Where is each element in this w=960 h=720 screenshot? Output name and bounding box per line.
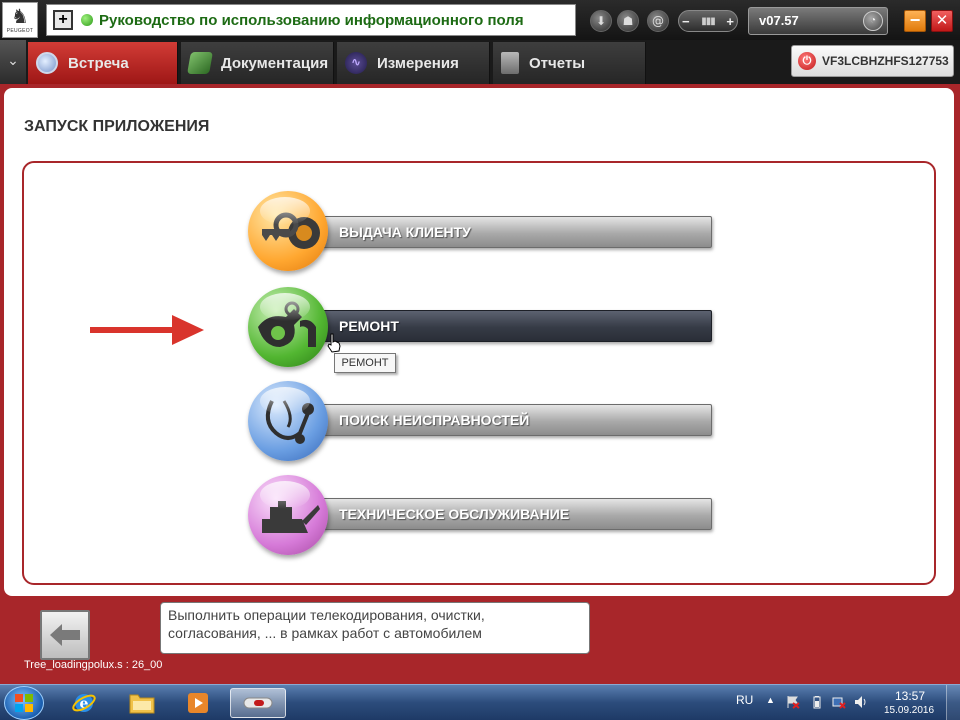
status-text: Tree_loadingpolux.s : 26_00 <box>24 659 163 671</box>
logo-brand-text: PEUGEOT <box>6 28 34 34</box>
tab-reports[interactable]: Отчеты <box>493 42 646 84</box>
folder-icon <box>129 694 155 714</box>
windows-taskbar: e RU ▲ 13:57 15.09.2016 <box>0 684 960 720</box>
tab-vstrecha[interactable]: Встреча <box>28 42 178 84</box>
tab-label: Встреча <box>68 54 129 72</box>
oil-can-icon[interactable] <box>248 475 328 555</box>
battery-icon[interactable] <box>810 695 824 709</box>
taskbar-diagbox-app[interactable] <box>230 688 286 718</box>
internet-explorer-icon: e <box>72 694 96 712</box>
menu-item-repair[interactable]: РЕМОНТ <box>298 310 712 342</box>
action-center-flag-icon[interactable] <box>786 695 800 709</box>
car-key-icon[interactable] <box>248 191 328 271</box>
tab-label: Отчеты <box>529 54 586 72</box>
email-icon[interactable]: @ <box>647 10 669 32</box>
close-button[interactable]: ✕ <box>931 10 953 32</box>
start-button[interactable] <box>4 686 44 720</box>
peugeot-logo: ♞ PEUGEOT <box>2 2 38 38</box>
taskbar-media-player[interactable] <box>172 688 224 718</box>
menu-item-label: ТЕХНИЧЕСКОЕ ОБСЛУЖИВАНИЕ <box>339 506 570 522</box>
menu-item-label: РЕМОНТ <box>339 318 399 334</box>
volume-level-icon: ▮▮▮ <box>701 15 715 27</box>
tray-expand-icon[interactable]: ▲ <box>766 695 775 705</box>
status-green-dot-icon <box>81 14 93 26</box>
taskbar-internet-explorer[interactable]: e <box>58 688 110 718</box>
version-text: v07.57 <box>759 13 799 28</box>
red-arrow-icon <box>90 315 204 345</box>
keyboard-language[interactable]: RU <box>736 693 753 707</box>
volume-control[interactable]: − ▮▮▮ + <box>678 10 738 32</box>
tab-documentation[interactable]: Документация <box>181 42 334 84</box>
title-bar: ♞ PEUGEOT + Руководство по использованию… <box>0 0 960 40</box>
stethoscope-icon[interactable] <box>248 381 328 461</box>
description-line: согласования, ... в рамках работ с автом… <box>168 625 482 641</box>
speaker-icon[interactable] <box>854 695 868 709</box>
main-frame: ЗАПУСК ПРИЛОЖЕНИЯ <box>0 84 960 684</box>
network-icon[interactable] <box>832 695 846 709</box>
page-title-text: Руководство по использованию информацион… <box>99 11 524 29</box>
tab-bar: ⌄ Встреча Документация ∿ Измерения Отчет… <box>0 40 960 84</box>
volume-plus-icon[interactable]: + <box>726 14 734 29</box>
waveform-icon: ∿ <box>345 52 367 74</box>
back-button[interactable] <box>40 610 90 660</box>
menu-item-label: ВЫДАЧА КЛИЕНТУ <box>339 224 471 240</box>
minimize-button[interactable]: − <box>904 10 926 32</box>
chevron-down-icon[interactable]: ⌄ <box>0 40 26 84</box>
power-icon[interactable]: ⏻ <box>798 52 816 70</box>
menu-item-label: ПОИСК НЕИСПРАВНОСТЕЙ <box>339 412 530 428</box>
settings-knob-icon[interactable]: ◔ <box>863 11 883 31</box>
volume-minus-icon[interactable]: − <box>682 14 690 29</box>
arrow-left-icon <box>50 624 80 646</box>
title-field: + Руководство по использованию информаци… <box>46 4 576 36</box>
wrench-gear-icon[interactable] <box>248 287 328 367</box>
menu-item-maintenance[interactable]: ТЕХНИЧЕСКОЕ ОБСЛУЖИВАНИЕ <box>298 498 712 530</box>
diagbox-app-icon <box>243 697 273 709</box>
clock-time[interactable]: 13:57 <box>890 689 930 703</box>
tab-measurements[interactable]: ∿ Измерения <box>337 42 490 84</box>
vin-text: VF3LCBHZHFS127753 <box>822 54 949 68</box>
description-box: Выполнить операции телекодирования, очис… <box>160 602 590 654</box>
menu-item-delivery[interactable]: ВЫДАЧА КЛИЕНТУ <box>298 216 712 248</box>
tab-label: Документация <box>221 54 329 72</box>
tab-label: Измерения <box>377 54 459 72</box>
lion-icon: ♞ <box>11 4 29 28</box>
meeting-icon <box>36 52 58 74</box>
version-display[interactable]: v07.57 ◔ <box>748 7 888 35</box>
user-icon[interactable]: ☗ <box>617 10 639 32</box>
description-line: Выполнить операции телекодирования, очис… <box>168 607 485 623</box>
windows-logo-icon <box>15 694 33 712</box>
expand-plus-icon[interactable]: + <box>53 10 73 30</box>
tooltip: РЕМОНТ <box>334 353 396 373</box>
taskbar-explorer[interactable] <box>116 688 168 718</box>
clock-date[interactable]: 15.09.2016 <box>884 705 934 716</box>
menu-item-diagnostics[interactable]: ПОИСК НЕИСПРАВНОСТЕЙ <box>298 404 712 436</box>
hand-cursor-icon <box>327 333 341 353</box>
book-icon <box>187 52 213 74</box>
page-heading: ЗАПУСК ПРИЛОЖЕНИЯ <box>24 118 210 135</box>
report-icon <box>501 52 519 74</box>
show-desktop-button[interactable] <box>946 685 960 720</box>
download-icon[interactable]: ⬇ <box>590 10 612 32</box>
vin-display[interactable]: ⏻ VF3LCBHZHFS127753 <box>791 45 954 77</box>
media-player-icon <box>188 693 208 713</box>
